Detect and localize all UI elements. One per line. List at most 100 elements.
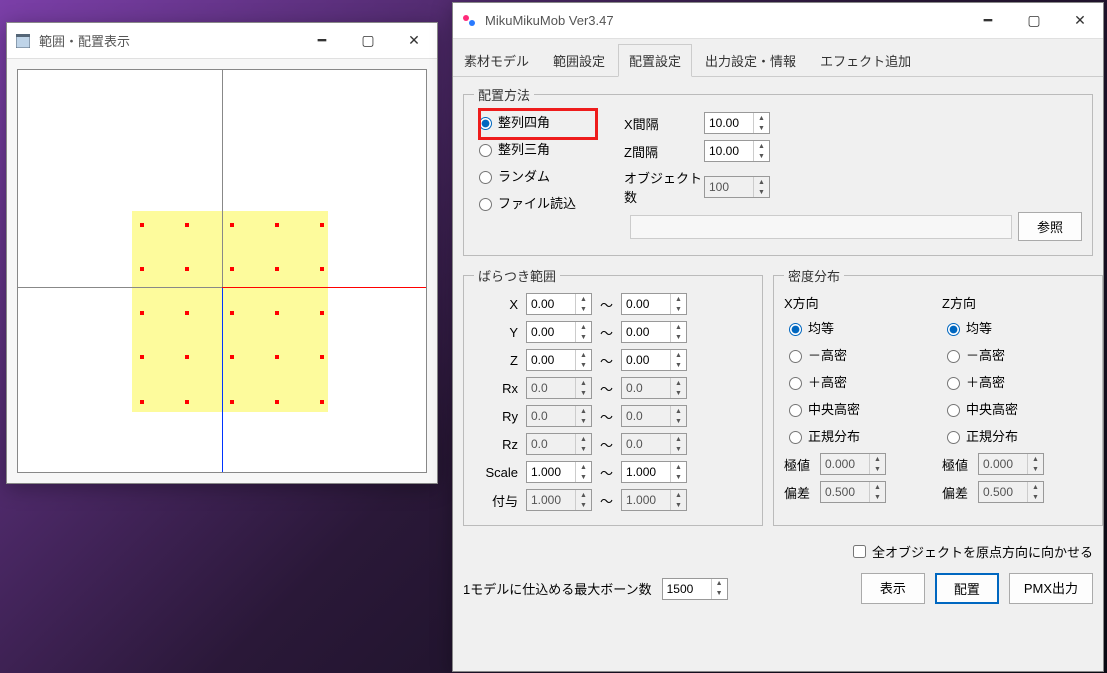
tab-4[interactable]: エフェクト追加: [809, 44, 922, 77]
placement-dot: [140, 355, 144, 359]
variation-legend: ばらつき範囲: [474, 266, 560, 285]
density-legend: 密度分布: [784, 266, 844, 285]
file-path-input[interactable]: [630, 215, 1012, 239]
spinner-arrows-icon[interactable]: ▲▼: [670, 350, 686, 370]
minimize-button[interactable]: ━: [299, 23, 345, 58]
density-x-radio-1[interactable]: －高密: [784, 345, 934, 364]
placement-dot: [230, 355, 234, 359]
show-button[interactable]: 表示: [861, 573, 925, 604]
tab-0[interactable]: 素材モデル: [453, 44, 540, 77]
placement-dot: [140, 267, 144, 271]
density-x-radio-4[interactable]: 正規分布: [784, 426, 934, 445]
spinner-arrows-icon[interactable]: ▲▼: [575, 294, 591, 314]
maximize-button[interactable]: ▢: [345, 23, 391, 58]
face-origin-label: 全オブジェクトを原点方向に向かせる: [872, 542, 1093, 561]
density-z-radio-4[interactable]: 正規分布: [942, 426, 1092, 445]
placement-dot: [320, 355, 324, 359]
var-Scale-max[interactable]: ▲▼: [621, 461, 687, 483]
var-Ry-min: ▲▼: [526, 405, 592, 427]
spinner-arrows-icon[interactable]: ▲▼: [575, 462, 591, 482]
placement-radio-1[interactable]: 整列三角: [474, 139, 594, 158]
placement-dot: [275, 400, 279, 404]
density-z-radio-0[interactable]: 均等: [942, 318, 1092, 337]
tilde: ～: [600, 379, 613, 398]
placement-dot: [185, 400, 189, 404]
highlight-annotation: [478, 108, 598, 140]
placement-dot: [185, 267, 189, 271]
var-Z-min[interactable]: ▲▼: [526, 349, 592, 371]
density-x-radio-3[interactable]: 中央高密: [784, 399, 934, 418]
placement-dot: [140, 223, 144, 227]
spinner-arrows-icon[interactable]: ▲▼: [670, 322, 686, 342]
pmx-export-button[interactable]: PMX出力: [1009, 573, 1093, 604]
canvas-wrap: [7, 59, 437, 483]
density-x-legend: X方向: [784, 293, 934, 312]
x-interval-label: X間隔: [624, 114, 704, 133]
placement-dot: [185, 223, 189, 227]
extreme-z-input: ▲▼: [978, 453, 1044, 475]
placement-dot: [185, 311, 189, 315]
spinner-arrows-icon[interactable]: ▲▼: [711, 579, 727, 599]
x-interval-input[interactable]: ▲▼: [704, 112, 770, 134]
var-Scale-min[interactable]: ▲▼: [526, 461, 592, 483]
var-label-Rz: Rz: [474, 437, 518, 452]
maximize-button[interactable]: ▢: [1011, 3, 1057, 38]
var-label-Scale: Scale: [474, 465, 518, 480]
object-count-label: オブジェクト数: [624, 168, 704, 206]
var-付与-min: ▲▼: [526, 489, 592, 511]
extreme-x-label: 極値: [784, 455, 820, 474]
density-x-radio-2[interactable]: ＋高密: [784, 372, 934, 391]
z-interval-input[interactable]: ▲▼: [704, 140, 770, 162]
preview-canvas[interactable]: [17, 69, 427, 473]
close-button[interactable]: ✕: [391, 23, 437, 58]
deviation-z-input: ▲▼: [978, 481, 1044, 503]
max-bones-input[interactable]: ▲▼: [662, 578, 728, 600]
tab-panel: 配置方法 整列四角整列三角ランダムファイル読込 X間隔 ▲▼ Z間隔 ▲▼ オブ…: [453, 77, 1103, 612]
tab-2[interactable]: 配置設定: [618, 44, 692, 77]
spinner-arrows-icon[interactable]: ▲▼: [670, 294, 686, 314]
tab-3[interactable]: 出力設定・情報: [694, 44, 807, 77]
preview-titlebar: 範囲・配置表示 ━ ▢ ✕: [7, 23, 437, 59]
density-z-radio-1[interactable]: －高密: [942, 345, 1092, 364]
tilde: ～: [600, 323, 613, 342]
tilde: ～: [600, 407, 613, 426]
spinner-arrows-icon: ▲▼: [670, 434, 686, 454]
density-z-legend: Z方向: [942, 293, 1092, 312]
placement-method-group: 配置方法 整列四角整列三角ランダムファイル読込 X間隔 ▲▼ Z間隔 ▲▼ オブ…: [463, 85, 1093, 256]
density-z-radio-3[interactable]: 中央高密: [942, 399, 1092, 418]
spinner-arrows-icon[interactable]: ▲▼: [753, 141, 769, 161]
main-title: MikuMikuMob Ver3.47: [485, 13, 965, 28]
main-titlebar: MikuMikuMob Ver3.47 ━ ▢ ✕: [453, 3, 1103, 39]
var-X-min[interactable]: ▲▼: [526, 293, 592, 315]
place-button[interactable]: 配置: [935, 573, 999, 604]
tab-bar: 素材モデル範囲設定配置設定出力設定・情報エフェクト追加: [453, 39, 1103, 77]
var-Y-min[interactable]: ▲▼: [526, 321, 592, 343]
face-origin-checkbox[interactable]: 全オブジェクトを原点方向に向かせる: [463, 542, 1093, 561]
placement-radio-3[interactable]: ファイル読込: [474, 193, 594, 212]
spinner-arrows-icon[interactable]: ▲▼: [575, 350, 591, 370]
minimize-button[interactable]: ━: [965, 3, 1011, 38]
var-Rx-max: ▲▼: [621, 377, 687, 399]
density-z-radio-2[interactable]: ＋高密: [942, 372, 1092, 391]
placement-radio-2[interactable]: ランダム: [474, 166, 594, 185]
close-button[interactable]: ✕: [1057, 3, 1103, 38]
var-X-max[interactable]: ▲▼: [621, 293, 687, 315]
spinner-arrows-icon[interactable]: ▲▼: [575, 322, 591, 342]
browse-button[interactable]: 参照: [1018, 212, 1082, 241]
tilde: ～: [600, 463, 613, 482]
object-count-input: ▲▼: [704, 176, 770, 198]
density-x-radio-0[interactable]: 均等: [784, 318, 934, 337]
deviation-z-label: 偏差: [942, 483, 978, 502]
tab-1[interactable]: 範囲設定: [542, 44, 616, 77]
spinner-arrows-icon[interactable]: ▲▼: [670, 462, 686, 482]
var-付与-max: ▲▼: [621, 489, 687, 511]
spinner-arrows-icon[interactable]: ▲▼: [753, 113, 769, 133]
var-Y-max[interactable]: ▲▼: [621, 321, 687, 343]
var-Rx-min: ▲▼: [526, 377, 592, 399]
placement-dot: [275, 223, 279, 227]
spinner-arrows-icon: ▲▼: [670, 406, 686, 426]
var-Z-max[interactable]: ▲▼: [621, 349, 687, 371]
var-label-X: X: [474, 297, 518, 312]
placement-legend: 配置方法: [474, 85, 534, 104]
spinner-arrows-icon: ▲▼: [670, 490, 686, 510]
